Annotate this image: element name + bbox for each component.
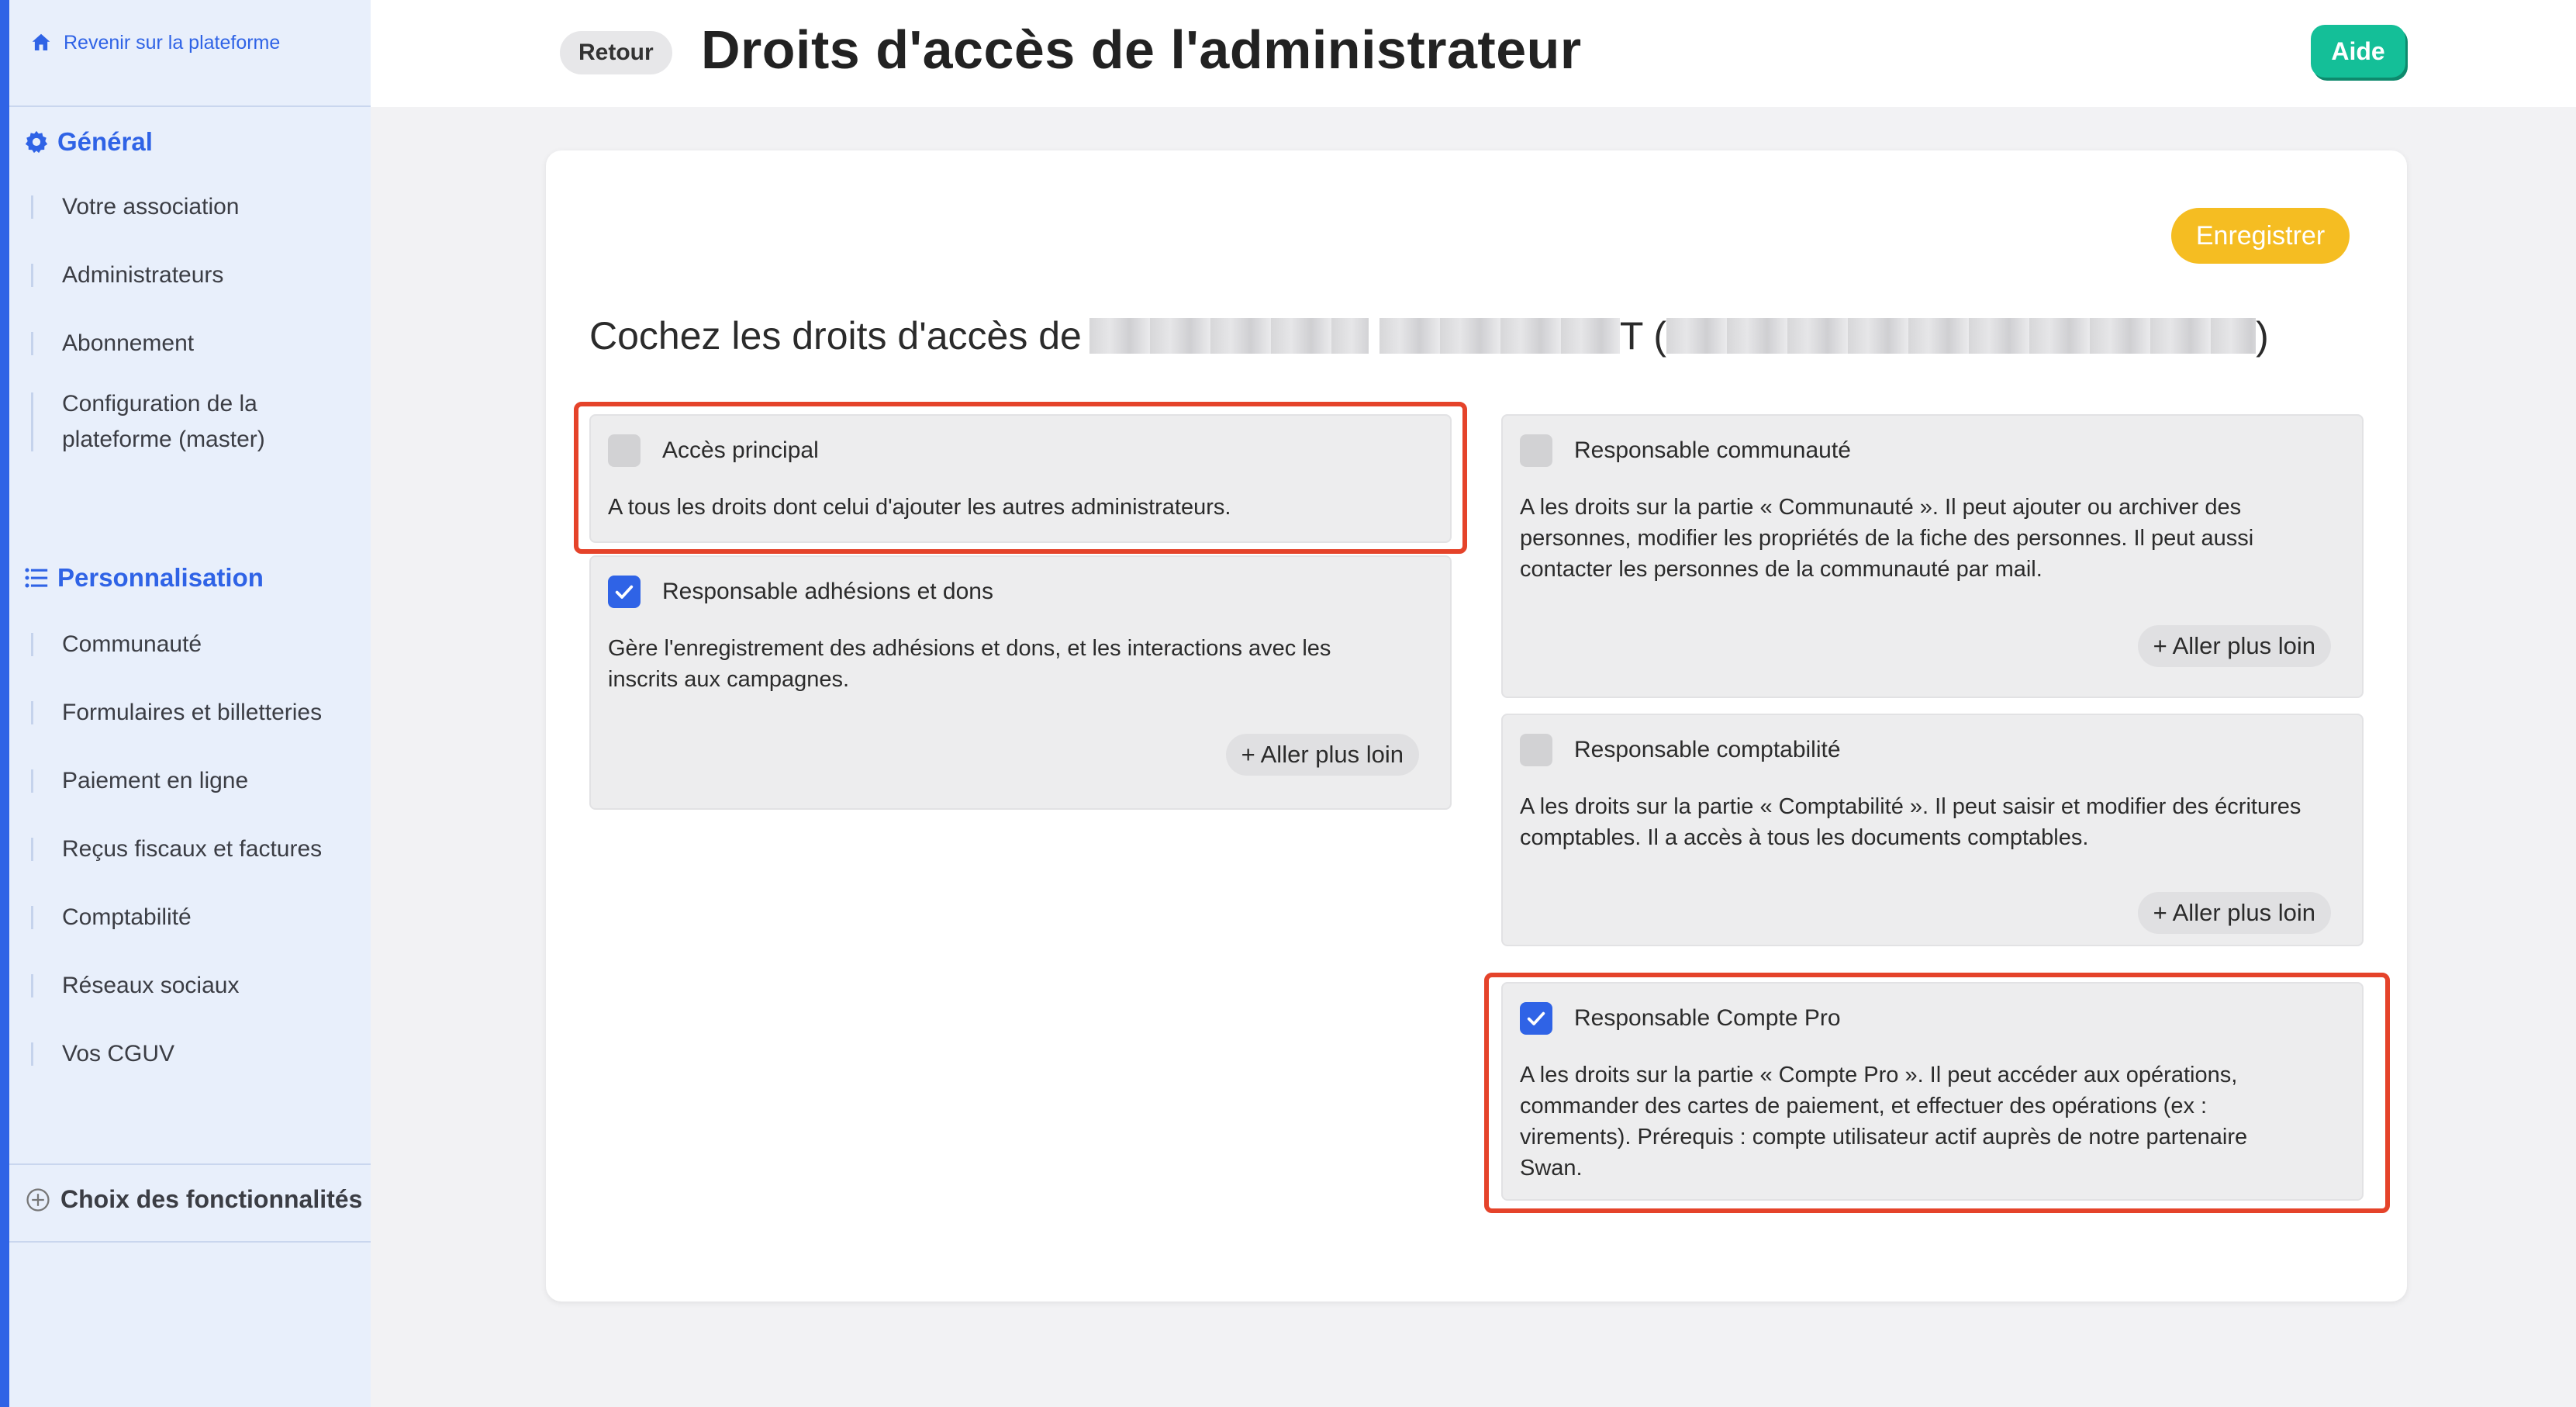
nav-item-comptabilite[interactable]: Comptabilité [31, 900, 192, 935]
list-icon [25, 568, 48, 588]
checkbox-unchecked[interactable] [1520, 434, 1552, 467]
permissions-heading: Cochez les droits d'accès de T ( ) [589, 313, 2269, 358]
permission-checkbox-row[interactable]: Responsable comptabilité [1520, 734, 1841, 766]
redacted-name [1379, 318, 1620, 354]
heading-mid: T ( [1619, 314, 1667, 358]
nav-item-formulaires[interactable]: Formulaires et billetteries [31, 695, 322, 731]
permission-checkbox-row[interactable]: Responsable communauté [1520, 434, 1851, 467]
checkbox-checked[interactable] [608, 576, 641, 608]
permission-description: Gère l'enregistrement des adhésions et d… [608, 636, 1331, 692]
more-button[interactable]: + Aller plus loin [2137, 892, 2331, 934]
nav-item-label: Administrateurs [62, 262, 224, 288]
features-label: Choix des fonctionnalités [60, 1185, 363, 1213]
nav-item-abonnement[interactable]: Abonnement [31, 326, 194, 361]
nav-item-votre-association[interactable]: Votre association [31, 189, 239, 225]
redacted-name [1089, 318, 1369, 354]
nav-item-label: Paiement en ligne [62, 768, 249, 793]
nav-item-cguv[interactable]: Vos CGUV [31, 1036, 174, 1072]
permission-label: Responsable communauté [1574, 437, 1851, 463]
heading-prefix: Cochez les droits d'accès de [589, 314, 1082, 358]
nav-item-label: Réseaux sociaux [62, 973, 240, 998]
nav-item-label: Comptabilité [62, 904, 192, 930]
divider [9, 105, 371, 107]
permission-label: Responsable adhésions et dons [662, 579, 993, 604]
page-title: Droits d'accès de l'administrateur [701, 19, 1582, 80]
save-button[interactable]: Enregistrer [2171, 208, 2350, 264]
gear-icon [25, 130, 48, 154]
divider [9, 1241, 371, 1243]
plus-circle-icon [26, 1187, 50, 1212]
nav-item-label: Formulaires et billetteries [62, 700, 323, 725]
nav-item-label: Configuration de la plateforme (master) [62, 391, 265, 452]
permission-description: A les droits sur la partie « Communauté … [1520, 495, 2254, 582]
retour-button[interactable]: Retour [560, 31, 672, 74]
highlight-box [1484, 973, 2390, 1213]
checkbox-unchecked[interactable] [1520, 734, 1552, 766]
help-button[interactable]: Aide [2311, 25, 2405, 78]
nav-item-paiement[interactable]: Paiement en ligne [31, 763, 248, 799]
nav-item-recus-fiscaux[interactable]: Reçus fiscaux et factures [31, 831, 322, 867]
sidebar: Revenir sur la plateforme Général Votre … [0, 0, 371, 1407]
divider [9, 1163, 371, 1165]
section-title-general: Général [23, 127, 153, 157]
nav-item-communaute[interactable]: Communauté [31, 627, 202, 662]
permission-communaute: Responsable communauté A les droits sur … [1501, 414, 2364, 698]
home-icon [32, 33, 50, 50]
back-link-label: Revenir sur la plateforme [64, 31, 281, 54]
features-choice-link[interactable]: Choix des fonctionnalités [25, 1185, 362, 1214]
nav-item-configuration[interactable]: Configuration de la plateforme (master) [31, 386, 287, 458]
permission-label: Responsable comptabilité [1574, 737, 1841, 762]
check-icon [615, 585, 634, 599]
permission-checkbox-row[interactable]: Responsable adhésions et dons [608, 576, 993, 608]
nav-item-label: Abonnement [62, 330, 195, 356]
nav-item-label: Reçus fiscaux et factures [62, 836, 323, 862]
section-title-personnalisation: Personnalisation [23, 563, 264, 593]
back-to-platform-link[interactable]: Revenir sur la plateforme [29, 31, 280, 54]
permission-adhesions-dons: Responsable adhésions et dons Gère l'enr… [589, 555, 1452, 810]
more-button[interactable]: + Aller plus loin [2137, 625, 2331, 667]
redacted-email [1666, 318, 2257, 354]
permission-comptabilite: Responsable comptabilité A les droits su… [1501, 714, 2364, 946]
heading-suffix: ) [2256, 314, 2269, 358]
permission-description: A les droits sur la partie « Comptabilit… [1520, 794, 2301, 850]
nav-item-reseaux-sociaux[interactable]: Réseaux sociaux [31, 968, 239, 1004]
nav-item-label: Communauté [62, 631, 202, 657]
nav-item-label: Votre association [62, 194, 240, 220]
more-button[interactable]: + Aller plus loin [1225, 734, 1419, 776]
nav-item-label: Vos CGUV [62, 1041, 175, 1066]
section-title-label: Général [57, 127, 153, 156]
nav-item-administrateurs[interactable]: Administrateurs [31, 258, 223, 293]
highlight-box [574, 402, 1467, 554]
section-title-label: Personnalisation [57, 563, 264, 592]
